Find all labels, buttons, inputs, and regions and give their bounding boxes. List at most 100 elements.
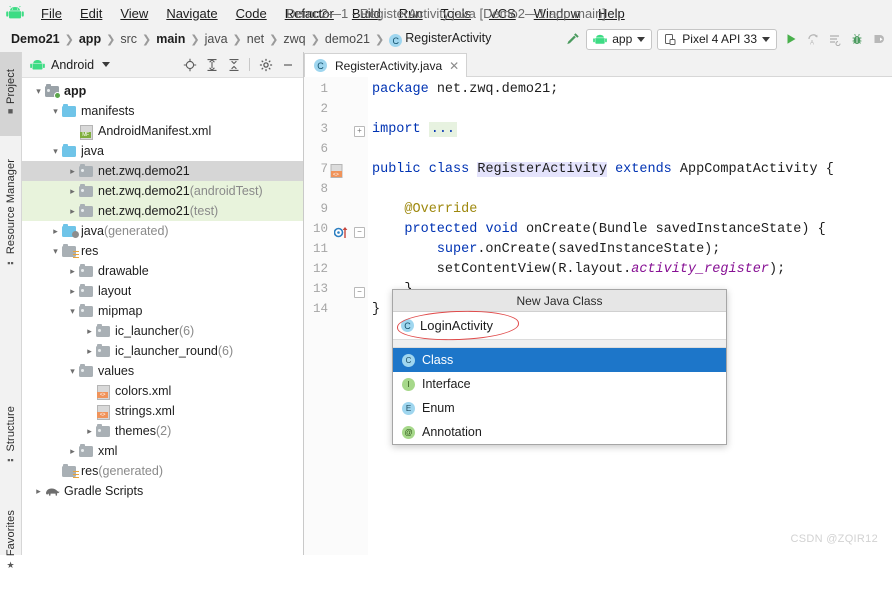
tree-node-net-zwq-demo21-androidtest-[interactable]: ▸ net.zwq.demo21 (androidTest) (22, 181, 303, 201)
breadcrumb-main[interactable]: main (153, 32, 188, 46)
tree-node-net-zwq-demo21[interactable]: ▸ net.zwq.demo21 (22, 161, 303, 181)
tree-node-app[interactable]: ▾ app (22, 81, 303, 101)
tab-registeractivity-java[interactable]: C RegisterActivity.java ✕ (304, 53, 468, 77)
tree-node-androidmanifest-xml[interactable]: ▸MF AndroidManifest.xml (22, 121, 303, 141)
breadcrumb-registeractivity[interactable]: C RegisterActivity (386, 31, 494, 48)
expand-all-icon[interactable] (204, 57, 219, 72)
tree-node-res[interactable]: ▾ res (22, 241, 303, 261)
code-line[interactable]: import ... (372, 122, 458, 138)
tree-expand-arrow[interactable]: ▸ (66, 446, 79, 457)
project-tree[interactable]: ▾app▾manifests▸MFAndroidManifest.xml▾jav… (22, 78, 303, 555)
locate-target-icon[interactable] (182, 57, 197, 72)
tree-node-strings-xml[interactable]: ▸<> strings.xml (22, 401, 303, 421)
menu-item-help[interactable]: Help (589, 4, 634, 23)
breadcrumb-demo21[interactable]: Demo21 (8, 32, 63, 46)
tree-node-manifests[interactable]: ▾ manifests (22, 101, 303, 121)
project-view-selector-label[interactable]: Android (51, 58, 94, 72)
kind-list[interactable]: C Class I Interface E Enum @ Annotation (393, 348, 726, 444)
tree-expand-arrow[interactable]: ▾ (66, 366, 79, 377)
kind-option-interface[interactable]: I Interface (393, 372, 726, 396)
menu-item-edit[interactable]: Edit (71, 4, 111, 23)
menu-item-run[interactable]: Run (390, 4, 432, 23)
tree-expand-arrow[interactable]: ▸ (66, 166, 79, 177)
breadcrumb-java[interactable]: java (202, 32, 231, 46)
menu-item-build[interactable]: Build (343, 4, 390, 23)
code-line[interactable]: public class RegisterActivity extends Ap… (372, 162, 834, 178)
tree-node-gradle-scripts[interactable]: ▸ Gradle Scripts (22, 481, 303, 501)
code-line[interactable]: protected void onCreate(Bundle savedInst… (372, 222, 825, 238)
module-selector[interactable]: app (586, 28, 653, 50)
tree-node-colors-xml[interactable]: ▸<> colors.xml (22, 381, 303, 401)
tree-node-java[interactable]: ▾ java (22, 141, 303, 161)
tree-expand-arrow[interactable]: ▸ (66, 266, 79, 277)
tree-expand-arrow[interactable]: ▸ (83, 326, 96, 337)
menu-item-refactor[interactable]: Refactor (276, 4, 343, 23)
close-icon[interactable]: ✕ (449, 59, 459, 73)
menu-item-window[interactable]: Window (525, 4, 589, 23)
build-hammer-icon[interactable] (564, 31, 581, 48)
tree-node-res-generated-[interactable]: ▸ res (generated) (22, 461, 303, 481)
kind-option-enum[interactable]: E Enum (393, 396, 726, 420)
menu-item-code[interactable]: Code (227, 4, 276, 23)
tree-expand-arrow[interactable]: ▸ (66, 286, 79, 297)
tree-node-xml[interactable]: ▸ xml (22, 441, 303, 461)
tree-expand-arrow[interactable]: ▾ (66, 306, 79, 317)
sidebar-item-structure[interactable]: Structure ▪▪ (0, 382, 21, 492)
tree-node-drawable[interactable]: ▸ drawable (22, 261, 303, 281)
tree-expand-arrow[interactable]: ▾ (49, 146, 62, 157)
breadcrumb-zwq[interactable]: zwq (280, 32, 308, 46)
breadcrumb-src[interactable]: src (117, 32, 140, 46)
tree-node-mipmap[interactable]: ▾ mipmap (22, 301, 303, 321)
tree-node-values[interactable]: ▾ values (22, 361, 303, 381)
tree-node-layout[interactable]: ▸ layout (22, 281, 303, 301)
tree-expand-arrow[interactable]: ▾ (32, 86, 45, 97)
tree-expand-arrow[interactable]: ▸ (32, 486, 45, 497)
kind-option-annotation[interactable]: @ Annotation (393, 420, 726, 444)
tree-node-ic-launcher-round-6-[interactable]: ▸ ic_launcher_round (6) (22, 341, 303, 361)
class-name-input[interactable]: C LoginActivity (393, 308, 726, 343)
sidebar-item-project[interactable]: Project ■ (0, 52, 21, 136)
kind-option-class[interactable]: C Class (393, 348, 726, 372)
device-selector[interactable]: Pixel 4 API 33 (657, 28, 777, 50)
code-line[interactable]: package net.zwq.demo21; (372, 82, 558, 98)
coverage-icon[interactable] (826, 31, 843, 48)
breadcrumb-net[interactable]: net (244, 32, 267, 46)
tree-node-net-zwq-demo21-test-[interactable]: ▸ net.zwq.demo21 (test) (22, 201, 303, 221)
menu-item-vcs[interactable]: VCS (480, 4, 525, 23)
breadcrumb-app[interactable]: app (76, 32, 104, 46)
code-line[interactable]: @Override (372, 202, 477, 218)
menu-item-tools[interactable]: Tools (432, 4, 480, 23)
bug-icon[interactable] (848, 31, 865, 48)
tree-node-java-generated-[interactable]: ▸ java (generated) (22, 221, 303, 241)
tree-expand-arrow[interactable]: ▸ (66, 186, 79, 197)
editor-gutter[interactable]: 1 2 3 6 7 8 9 10 11 12 13 14 + <> − − (304, 77, 368, 555)
tree-expand-arrow[interactable]: ▾ (49, 106, 62, 117)
new-java-class-popup[interactable]: New Java Class C LoginActivity C Class I… (392, 289, 727, 445)
menu-item-navigate[interactable]: Navigate (157, 4, 226, 23)
apply-changes-icon[interactable]: A (804, 31, 821, 48)
tree-node-ic-launcher-6-[interactable]: ▸ ic_launcher (6) (22, 321, 303, 341)
tree-expand-arrow[interactable]: ▸ (66, 206, 79, 217)
error-marker-strip[interactable] (880, 77, 892, 555)
fold-expand-icon[interactable]: + (354, 126, 365, 137)
minimize-icon[interactable] (280, 57, 295, 72)
tree-node-themes-2-[interactable]: ▸ themes (2) (22, 421, 303, 441)
play-triangle-icon[interactable] (782, 31, 799, 48)
tree-expand-arrow[interactable]: ▸ (49, 226, 62, 237)
sidebar-item-resource-manager[interactable]: Resource Manager ▪▪ (0, 140, 21, 290)
fold-collapse-icon[interactable]: − (354, 227, 365, 238)
chevron-down-icon[interactable] (102, 62, 111, 67)
fold-collapse-icon[interactable]: − (354, 287, 365, 298)
tree-expand-arrow[interactable]: ▸ (83, 426, 96, 437)
override-method-gutter-icon[interactable] (334, 226, 350, 239)
attach-debugger-icon[interactable] (870, 31, 887, 48)
gear-icon[interactable] (258, 57, 273, 72)
menu-item-view[interactable]: View (111, 4, 157, 23)
code-line[interactable]: } (372, 302, 380, 318)
code-line[interactable]: setContentView(R.layout.activity_registe… (372, 262, 785, 278)
tree-expand-arrow[interactable]: ▾ (49, 246, 62, 257)
code-line[interactable]: super.onCreate(savedInstanceState); (372, 242, 721, 258)
breadcrumb-demo21-pkg[interactable]: demo21 (322, 32, 373, 46)
tree-expand-arrow[interactable]: ▸ (83, 346, 96, 357)
menu-item-file[interactable]: File (32, 4, 71, 23)
